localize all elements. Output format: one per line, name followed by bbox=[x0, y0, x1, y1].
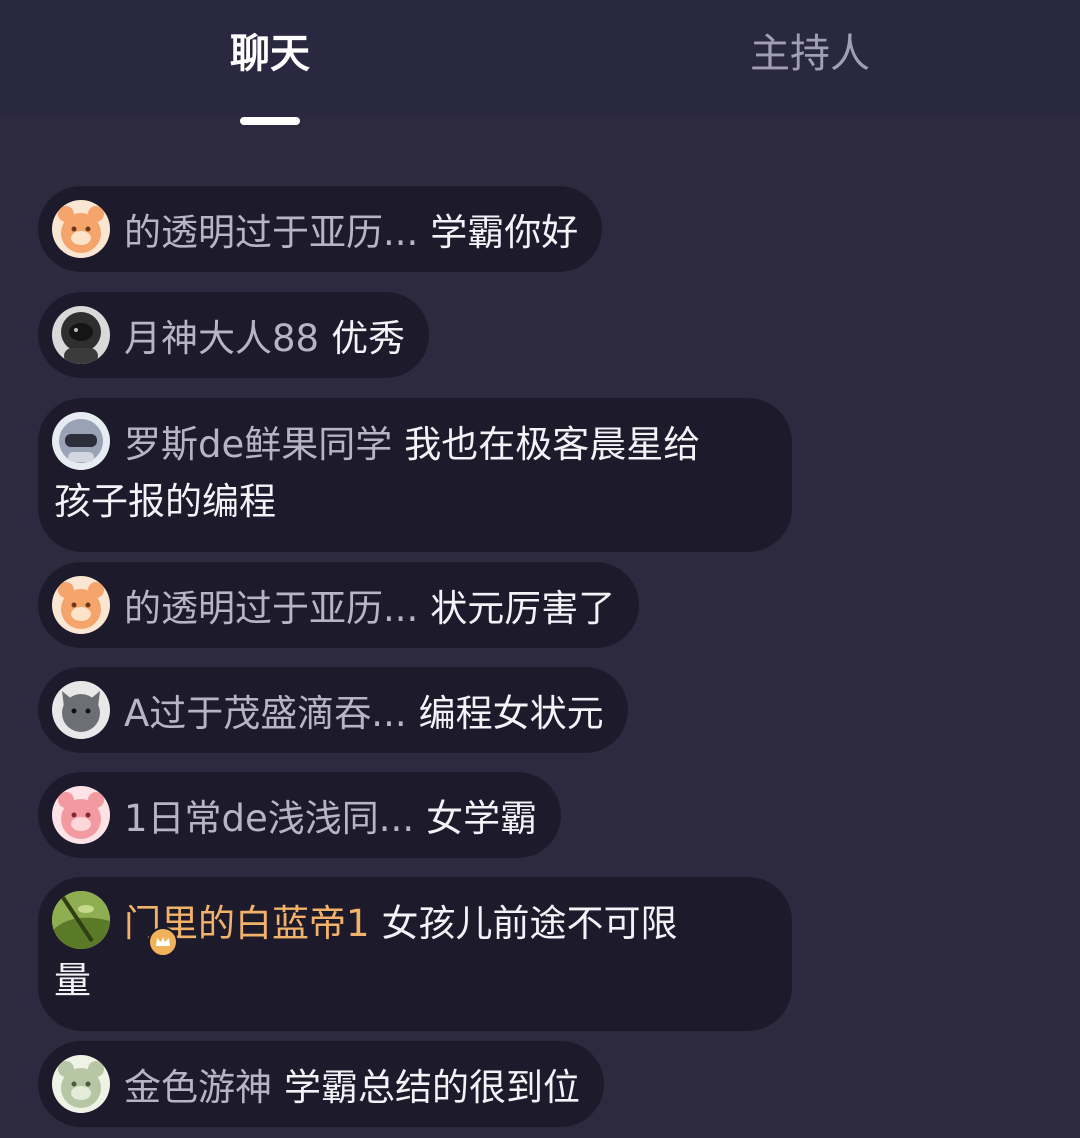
chat-message[interactable]: 月神大人88 优秀 bbox=[38, 292, 430, 378]
message-text: 学霸你好 bbox=[430, 211, 579, 254]
message-text: 女学霸 bbox=[426, 797, 538, 840]
orange-bear-avatar[interactable] bbox=[52, 576, 110, 634]
chat-message[interactable]: 1日常de浅浅同... 女学霸 bbox=[38, 772, 562, 858]
tab-chat[interactable]: 聊天 bbox=[170, 22, 370, 86]
green-bear-avatar[interactable] bbox=[52, 1055, 110, 1113]
helmet-avatar[interactable] bbox=[52, 412, 110, 470]
vip-crown-icon bbox=[148, 927, 178, 957]
message-text: 编程女状元 bbox=[418, 692, 604, 735]
chat-message[interactable]: 的透明过于亚历... 状元厉害了 bbox=[38, 562, 640, 648]
gray-cat-avatar[interactable] bbox=[52, 681, 110, 739]
chat-message[interactable]: A过于茂盛滴吞... 编程女状元 bbox=[38, 667, 628, 753]
sender-name[interactable]: A过于茂盛滴吞... bbox=[124, 683, 407, 737]
message-text: 学霸总结的很到位 bbox=[284, 1066, 580, 1109]
message-text: 状元厉害了 bbox=[430, 587, 616, 630]
tab-host[interactable]: 主持人 bbox=[710, 22, 910, 86]
chat-message[interactable]: 门里的白蓝帝1 女孩儿前途不可限 量 bbox=[38, 877, 792, 1031]
message-text-continued: 孩子报的编程 bbox=[54, 480, 276, 523]
sender-name[interactable]: 月神大人88 bbox=[124, 308, 319, 362]
tab-bar: 聊天 主持人 bbox=[0, 0, 1080, 125]
chat-message[interactable]: 金色游神 学霸总结的很到位 bbox=[38, 1041, 604, 1127]
sender-name[interactable]: 1日常de浅浅同... bbox=[124, 788, 414, 842]
sender-name[interactable]: 罗斯de鲜果同学 bbox=[124, 414, 392, 468]
sender-name[interactable]: 金色游神 bbox=[124, 1057, 272, 1111]
nature-photo-avatar[interactable] bbox=[52, 891, 110, 949]
orange-bear-avatar[interactable] bbox=[52, 200, 110, 258]
dark-astronaut-avatar[interactable] bbox=[52, 306, 110, 364]
chat-message[interactable]: 罗斯de鲜果同学 我也在极客晨星给 孩子报的编程 bbox=[38, 398, 792, 552]
message-text-continued: 量 bbox=[54, 959, 91, 1002]
sender-name[interactable]: 的透明过于亚历... bbox=[124, 202, 418, 256]
message-text: 女孩儿前途不可限 bbox=[381, 902, 678, 945]
active-tab-indicator bbox=[240, 117, 300, 125]
sender-name[interactable]: 的透明过于亚历... bbox=[124, 578, 418, 632]
message-text: 我也在极客晨星给 bbox=[404, 423, 701, 466]
pink-bear-avatar[interactable] bbox=[52, 786, 110, 844]
message-text: 优秀 bbox=[331, 317, 406, 360]
chat-message[interactable]: 的透明过于亚历... 学霸你好 bbox=[38, 186, 603, 272]
